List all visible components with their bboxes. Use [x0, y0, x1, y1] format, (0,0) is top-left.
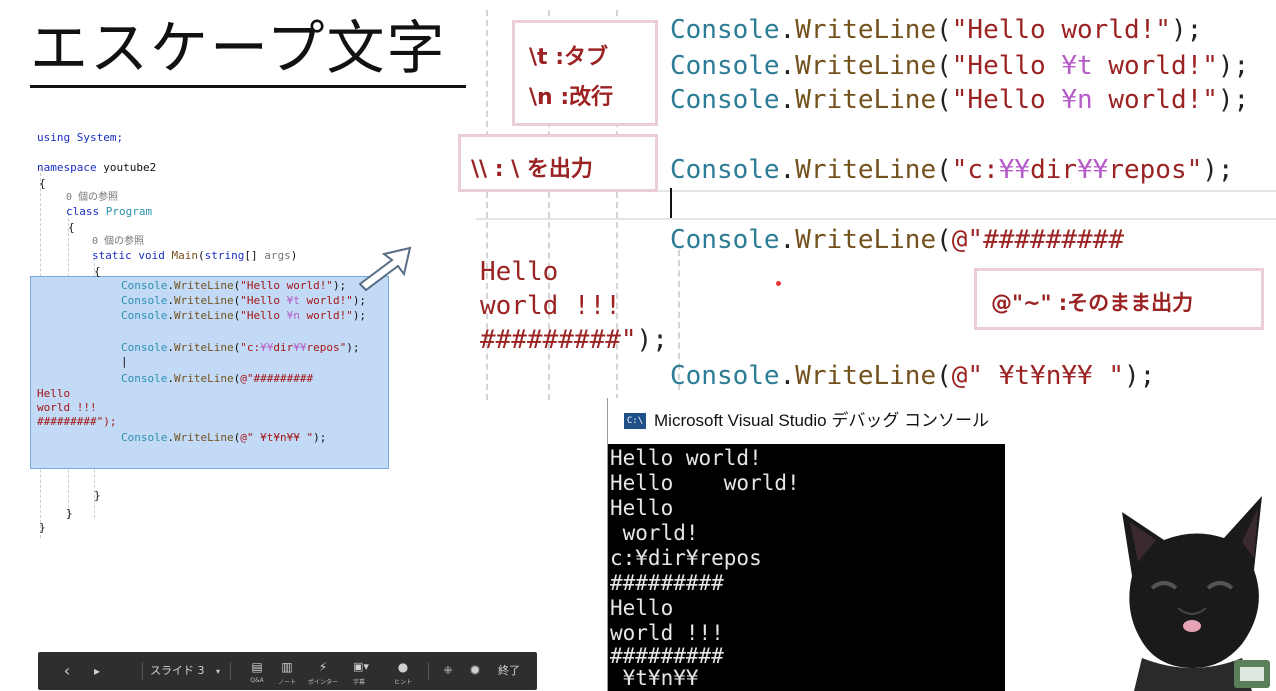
- note-verbatim-text: @"~" :そのまま出力: [991, 291, 1194, 315]
- end-button[interactable]: 終了: [494, 652, 524, 690]
- console-output-line: Hello: [610, 596, 674, 620]
- note-backslash-text: \\ : \ を出力: [471, 157, 593, 182]
- note-label: ノート: [277, 679, 296, 686]
- code-line: }: [94, 489, 101, 502]
- console-output-line: Hello world!: [610, 471, 800, 495]
- title-underline: [30, 85, 466, 88]
- console-title: Microsoft Visual Studio デバッグ コンソール: [654, 411, 990, 430]
- note-escapes: \t :タブ \n :改行: [512, 20, 658, 126]
- subtitle-label: 字幕: [352, 679, 365, 686]
- code-line: namespace youtube2: [37, 161, 157, 174]
- verbatim-line-2: world !!!: [480, 291, 621, 321]
- code-line: }: [66, 507, 73, 520]
- presentation-toolbar: ‹ ▸ スライド 3 ▾ ▤ Q&A ▥ ノート ⚡ ポインター ▣▾ 字幕 ●…: [38, 652, 537, 690]
- code-line: #########");: [37, 415, 117, 428]
- code-line: }: [39, 521, 46, 534]
- code-line: class Program: [66, 205, 153, 218]
- code-line: Console.WriteLine("c:¥¥dir¥¥repos");: [121, 341, 360, 354]
- console-output-line: c:¥dir¥repos: [610, 546, 762, 570]
- note-tab: \t :タブ: [529, 45, 609, 70]
- note-backslash: \\ : \ を出力: [458, 134, 658, 192]
- code-line: static void Main(string[] args): [92, 249, 298, 262]
- code-line: {: [94, 265, 101, 278]
- next-icon[interactable]: ▸: [86, 652, 108, 690]
- console-output-line: ¥t¥n¥¥: [610, 666, 699, 690]
- presentation-icon[interactable]: [1234, 660, 1270, 688]
- code-line: {: [39, 177, 46, 190]
- current-line-bottom: [476, 218, 1276, 220]
- verbatim-line-3: #########");: [480, 325, 668, 355]
- pointer-label: ポインター: [308, 679, 339, 686]
- chevron-down-icon: ▾: [216, 667, 221, 676]
- code-line-path: Console.WriteLine("c:¥¥dir¥¥repos");: [670, 155, 1234, 185]
- console-app-icon: C:\: [624, 413, 646, 429]
- console-output-line: #########: [610, 644, 724, 668]
- verbatim-line-1: Hello: [480, 257, 559, 287]
- code-line-tab: Console.WriteLine("Hello ¥t world!");: [670, 51, 1250, 81]
- code-line-verbatim: Console.WriteLine(@"#########: [670, 225, 1124, 255]
- debug-console-window: C:\ Microsoft Visual Studio デバッグ コンソール H…: [607, 398, 1006, 691]
- slide-label: スライド 3: [150, 664, 205, 677]
- text-cursor: [670, 188, 672, 218]
- qa-icon[interactable]: ▤: [242, 652, 272, 690]
- console-output-line: Hello world!: [610, 446, 762, 470]
- code-line-newline: Console.WriteLine("Hello ¥n world!");: [670, 85, 1250, 115]
- hint-label: ヒント: [393, 679, 412, 686]
- code-line-hello: Console.WriteLine("Hello world!");: [670, 15, 1203, 45]
- slide-selector[interactable]: スライド 3 ▾: [150, 652, 220, 690]
- console-output-line: #########: [610, 571, 724, 595]
- gear-icon[interactable]: ✹: [464, 652, 486, 690]
- code-line: using System;: [37, 131, 124, 144]
- code-thumbnail: using System; namespace youtube2 { 0 個の参…: [30, 128, 410, 538]
- console-output-line: Hello: [610, 496, 674, 520]
- note-verbatim: @"~" :そのまま出力: [974, 268, 1264, 330]
- code-line: Console.WriteLine(@"#########: [121, 372, 314, 385]
- qa-label: Q&A: [250, 677, 264, 684]
- expand-icon[interactable]: ⁜: [438, 652, 458, 690]
- console-output-line: world!: [610, 521, 699, 545]
- console-output-line: world !!!: [610, 621, 724, 645]
- console-title-bar: C:\ Microsoft Visual Studio デバッグ コンソール: [608, 398, 1006, 444]
- note-newline: \n :改行: [529, 85, 614, 110]
- code-line-verbatim-escapes: Console.WriteLine(@" ¥t¥n¥¥ ");: [670, 361, 1156, 391]
- code-line: {: [68, 221, 75, 234]
- slide-title: エスケープ文字: [30, 14, 447, 82]
- code-line: Console.WriteLine("Hello ¥t world!");: [121, 294, 367, 307]
- text-cursor: |: [121, 355, 128, 368]
- prev-icon[interactable]: ‹: [56, 652, 78, 690]
- laser-pointer-dot: [776, 281, 781, 286]
- code-line: Console.WriteLine("Hello ¥n world!");: [121, 309, 367, 322]
- code-line: Console.WriteLine("Hello world!");: [121, 279, 347, 292]
- arrow-icon: [358, 246, 412, 292]
- code-line: Console.WriteLine(@" ¥t¥n¥¥ ");: [121, 431, 327, 444]
